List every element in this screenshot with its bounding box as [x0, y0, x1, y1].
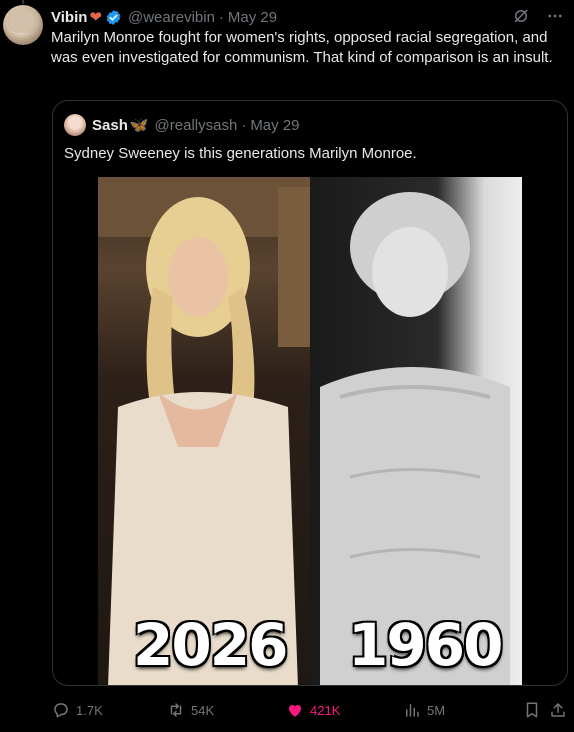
tweet-top-icons — [512, 7, 564, 25]
avatar[interactable] — [3, 5, 43, 45]
quoted-tweet[interactable]: Sash 🦋 @reallysash · May 29 Sydney Sween… — [52, 100, 568, 686]
reply-icon — [54, 703, 68, 718]
grok-icon[interactable] — [512, 7, 530, 25]
share-icon — [551, 703, 565, 717]
quote-text: Sydney Sweeney is this generations Maril… — [64, 145, 417, 162]
thread-line — [22, 0, 24, 4]
views-button[interactable]: 5M — [403, 698, 445, 722]
quote-header: Sash 🦋 @reallysash · May 29 — [64, 114, 300, 136]
like-button[interactable]: 421K — [286, 698, 340, 722]
butterfly-emoji-icon: 🦋 — [129, 117, 149, 134]
timestamp[interactable]: May 29 — [228, 9, 277, 26]
tweet-text: Marilyn Monroe fought for women's rights… — [51, 29, 553, 66]
avatar-hair — [7, 7, 39, 33]
year-label-right: 1960 — [348, 611, 503, 679]
handle[interactable]: @wearevibin — [128, 9, 215, 26]
verified-icon — [106, 9, 121, 25]
like-count: 421K — [310, 702, 341, 718]
year-label-left: 2026 — [133, 611, 288, 679]
photo-panel-right — [310, 177, 522, 685]
reply-button[interactable]: 1.7K — [52, 698, 103, 722]
quote-timestamp[interactable]: May 29 — [250, 117, 299, 134]
tweet[interactable]: Vibin ❤ @wearevibin · May 29 Marilyn Mon… — [0, 0, 574, 732]
quote-separator: · — [241, 116, 247, 134]
views-icon — [406, 704, 419, 717]
more-icon[interactable] — [546, 7, 564, 25]
quote-image[interactable]: 2026 1960 — [98, 177, 522, 685]
retweet-button[interactable]: 54K — [167, 698, 214, 722]
right-photo-art — [320, 192, 510, 685]
separator: · — [218, 8, 224, 26]
photo-panel-left — [98, 177, 310, 685]
display-name[interactable]: Vibin — [51, 9, 87, 26]
left-photo-art — [98, 177, 310, 685]
reply-count: 1.7K — [76, 702, 103, 718]
share-button[interactable] — [549, 698, 567, 722]
tweet-header: Vibin ❤ @wearevibin · May 29 — [51, 7, 277, 27]
bookmark-button[interactable] — [523, 698, 541, 722]
quote-display-name[interactable]: Sash — [92, 117, 128, 134]
views-count: 5M — [427, 702, 446, 718]
heart-emoji-icon: ❤ — [89, 9, 102, 26]
bookmark-icon — [526, 702, 538, 718]
action-bar: 1.7K 54K 421K 5M — [0, 698, 574, 722]
quote-avatar[interactable] — [64, 114, 86, 136]
retweet-count: 54K — [191, 702, 215, 718]
quote-handle[interactable]: @reallysash — [155, 117, 238, 134]
retweet-icon — [170, 703, 182, 717]
like-icon — [288, 704, 302, 717]
